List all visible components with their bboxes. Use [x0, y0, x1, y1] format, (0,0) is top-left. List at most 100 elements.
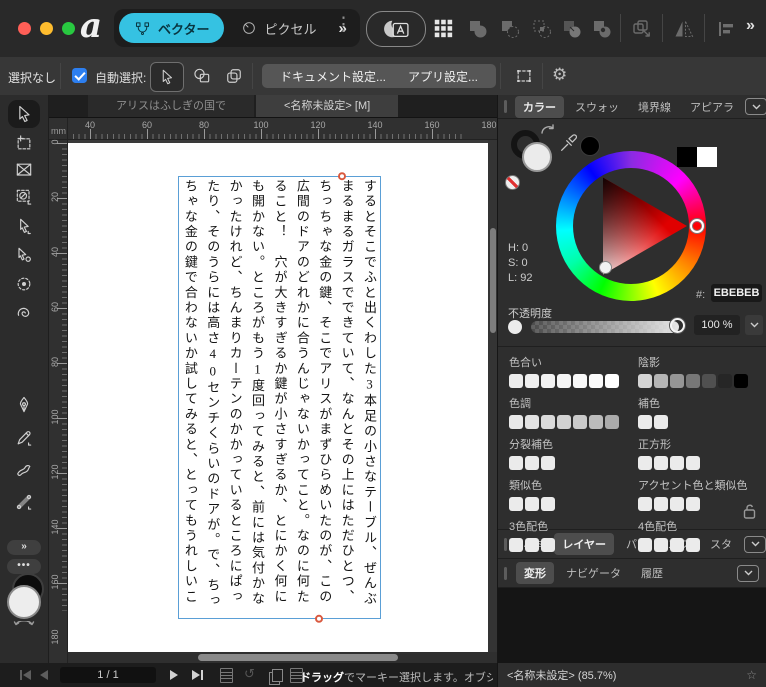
color-swatch[interactable] — [541, 538, 555, 552]
document-page[interactable]: するとそこでふと出くわした3本足の小さなテーブル、ぜんぶ まるまるガラスでできてい… — [68, 143, 497, 652]
persona-tab-pixel[interactable]: ピクセル — [226, 13, 331, 43]
color-swatch[interactable] — [541, 415, 555, 429]
hue-selector[interactable] — [690, 219, 704, 233]
lightness-selector[interactable] — [599, 261, 612, 274]
panel-tab[interactable]: 変形 — [516, 562, 554, 584]
auto-select-mode-group[interactable] — [218, 62, 250, 90]
panel-tab[interactable]: カラー — [515, 95, 564, 118]
toolbar-overflow-chevron[interactable]: » — [746, 17, 755, 35]
minimize-button[interactable] — [40, 22, 53, 35]
color-swatch[interactable] — [509, 456, 523, 470]
panel-tab[interactable]: スウォッ — [567, 96, 627, 118]
color-swatch[interactable] — [525, 497, 539, 511]
opacity-slider[interactable] — [531, 321, 679, 333]
color-swatch[interactable] — [654, 374, 668, 388]
contour-tool-button[interactable] — [14, 245, 34, 265]
color-swatch[interactable] — [557, 374, 571, 388]
vertical-scrollbar[interactable] — [488, 140, 497, 663]
panel-grip[interactable] — [504, 566, 507, 580]
color-swatch[interactable] — [638, 415, 652, 429]
gear-icon[interactable]: ⚙ — [552, 65, 567, 85]
default-black-swatch[interactable] — [677, 147, 697, 167]
color-swatch[interactable] — [654, 415, 668, 429]
color-swatch[interactable] — [670, 538, 684, 552]
color-swatch[interactable] — [589, 415, 603, 429]
style-target-button[interactable] — [366, 11, 426, 47]
persona-tab-vector[interactable]: ベクター — [119, 13, 225, 43]
corner-tool-button[interactable] — [14, 274, 34, 294]
eyedropper-icon[interactable] — [558, 132, 580, 154]
gradient-tool-button[interactable] — [14, 492, 34, 512]
color-swatch[interactable] — [718, 374, 732, 388]
snapping-grid-button[interactable] — [432, 17, 454, 39]
vector-brush-tool-button[interactable] — [14, 460, 34, 480]
color-swatch[interactable] — [702, 374, 716, 388]
unlock-icon[interactable] — [743, 504, 756, 519]
color-swatch[interactable] — [654, 456, 668, 470]
opacity-slider-handle[interactable] — [670, 318, 685, 333]
next-page-button[interactable] — [170, 670, 178, 680]
frame-tool-button[interactable] — [14, 160, 34, 180]
color-swatch[interactable] — [525, 456, 539, 470]
auto-select-checkbox[interactable] — [72, 68, 87, 83]
opacity-swatch[interactable] — [508, 320, 522, 334]
text-frame-handle-bottom[interactable] — [315, 614, 323, 623]
color-swatch[interactable] — [686, 456, 700, 470]
panel-tab[interactable]: アピアラ — [682, 96, 742, 118]
color-swatch[interactable] — [670, 374, 684, 388]
swap-colors-icon[interactable] — [540, 124, 556, 136]
panel-tab[interactable]: 境界線 — [630, 96, 679, 118]
color-swatch[interactable] — [573, 415, 587, 429]
panel-tab[interactable]: ナビゲータ — [558, 562, 629, 584]
color-swatch[interactable] — [638, 374, 652, 388]
text-frame[interactable]: するとそこでふと出くわした3本足の小さなテーブル、ぜんぶ まるまるガラスでできてい… — [178, 172, 381, 623]
close-button[interactable] — [18, 22, 31, 35]
color-swatch[interactable] — [557, 415, 571, 429]
pen-tool-button[interactable] — [14, 395, 34, 415]
opacity-value[interactable]: 100 % — [694, 315, 740, 335]
document-tab[interactable]: <名称未設定> [M] — [256, 95, 399, 117]
node-tool-button[interactable] — [14, 216, 34, 236]
artboard-tool-button[interactable] — [14, 133, 34, 153]
more-tools-button[interactable]: ••• — [7, 559, 41, 574]
zoom-button[interactable] — [62, 22, 75, 35]
color-swatch[interactable] — [525, 415, 539, 429]
color-swatch[interactable] — [670, 456, 684, 470]
color-swatch[interactable] — [509, 374, 523, 388]
default-white-swatch[interactable] — [697, 147, 717, 167]
panel-tab[interactable]: 履歴 — [633, 562, 671, 584]
move-tool-button[interactable] — [8, 100, 40, 128]
color-swatch[interactable] — [654, 497, 668, 511]
panel-grip[interactable] — [504, 537, 507, 551]
opacity-dropdown-button[interactable] — [745, 315, 763, 335]
panel-menu-button[interactable] — [737, 564, 759, 582]
panel-grip[interactable] — [504, 100, 507, 113]
color-swatch[interactable] — [573, 374, 587, 388]
expand-tools-button[interactable]: » — [7, 540, 41, 555]
color-swatch[interactable] — [541, 456, 555, 470]
color-swatch[interactable] — [638, 538, 652, 552]
color-swatch[interactable] — [541, 497, 555, 511]
color-swatch[interactable] — [605, 374, 619, 388]
color-swatch[interactable] — [670, 497, 684, 511]
twirl-tool-button[interactable] — [14, 304, 34, 324]
document-settings-button[interactable]: ドキュメント設定... — [262, 64, 405, 88]
eyedropper-color-well[interactable] — [580, 136, 600, 156]
duplicate-page-icon[interactable] — [268, 669, 283, 682]
color-swatch[interactable] — [638, 497, 652, 511]
color-swatch[interactable] — [541, 374, 555, 388]
place-image-tool-button[interactable] — [14, 187, 34, 207]
color-swatch[interactable] — [509, 538, 523, 552]
color-swatch[interactable] — [605, 415, 619, 429]
color-swatch[interactable] — [509, 415, 523, 429]
color-swatch[interactable] — [654, 538, 668, 552]
previous-page-button[interactable] — [40, 670, 48, 680]
panel-menu-button[interactable] — [745, 98, 766, 115]
color-swatch[interactable] — [686, 538, 700, 552]
horizontal-scrollbar-thumb[interactable] — [198, 654, 398, 661]
horizontal-scrollbar[interactable] — [68, 652, 497, 663]
fill-swatch[interactable] — [522, 142, 552, 172]
color-wheel[interactable] — [556, 151, 706, 301]
pencil-tool-button[interactable] — [14, 428, 34, 448]
hex-input[interactable]: EBEBEB — [711, 284, 762, 302]
